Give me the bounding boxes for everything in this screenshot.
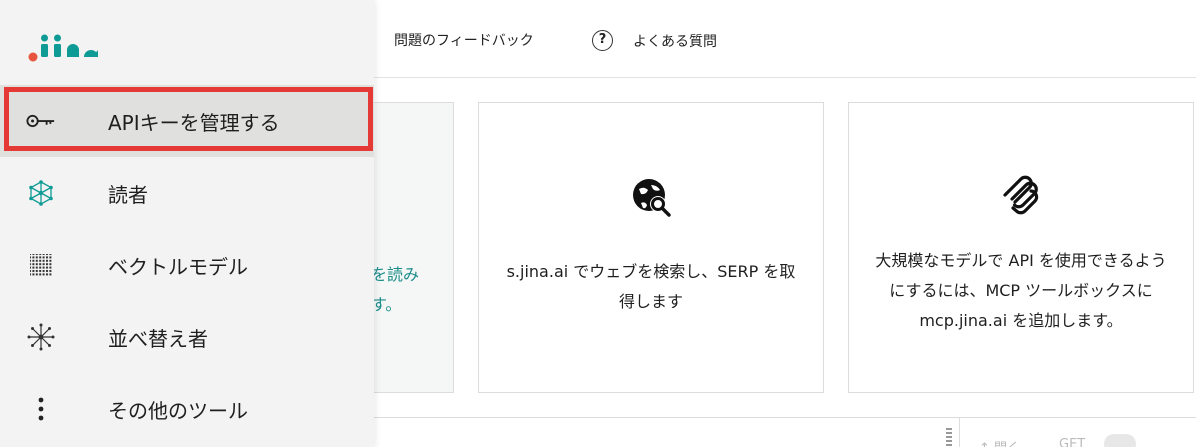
- help-circle-icon: ?: [592, 30, 613, 51]
- card-mcp-description: 大規模なモデルで API を使用できるようにするには、MCP ツールボックスに …: [875, 251, 1167, 330]
- jina-logo: [28, 34, 98, 62]
- nav-item-embeddings[interactable]: ベクトルモデル: [0, 229, 374, 301]
- nav-item-api-keys[interactable]: APIキーを管理する: [0, 85, 374, 157]
- method-label: GET: [1059, 437, 1086, 447]
- feature-card-serp[interactable]: s.jina.ai でウェブを検索し、SERP を取得します: [478, 102, 824, 393]
- bottom-strip: ↑ 開く GET: [374, 417, 1196, 447]
- nav-label-embeddings: ベクトルモデル: [108, 254, 248, 279]
- nav-label-more-tools: その他のツール: [108, 398, 248, 423]
- globe-search-icon: [633, 179, 671, 217]
- faq-label: よくある質問: [633, 33, 717, 50]
- top-bar: 問題のフィードバック ? よくある質問: [374, 0, 1196, 78]
- card-serp-description: s.jina.ai でウェブを検索し、SERP を取得します: [506, 262, 796, 311]
- embeddings-icon: [26, 250, 56, 280]
- nav-item-reranker[interactable]: 並べ替え者: [0, 301, 374, 373]
- resize-handle[interactable]: [946, 428, 952, 447]
- key-icon: [26, 106, 56, 136]
- nav-label-api-keys: APIキーを管理する: [108, 110, 280, 135]
- feedback-label: 問題のフィードバック: [394, 33, 534, 49]
- feature-card-mcp[interactable]: 大規模なモデルで API を使用できるようにするには、MCP ツールボックスに …: [848, 102, 1194, 393]
- navigation-drawer: APIキーを管理する 読者 ベクトルモデル 並べ替え者 その他のツール: [0, 0, 374, 447]
- reranker-icon: [26, 322, 56, 352]
- card-partial-text: を読み す。: [371, 265, 420, 314]
- nav-item-reader[interactable]: 読者: [0, 157, 374, 229]
- nav-label-reader: 読者: [108, 182, 148, 207]
- nav-item-more-tools[interactable]: その他のツール: [0, 373, 374, 445]
- mcp-icon: [1003, 175, 1039, 215]
- feedback-link[interactable]: 問題のフィードバック: [394, 30, 534, 50]
- nav-label-reranker: 並べ替え者: [108, 326, 208, 351]
- divider: [959, 418, 960, 447]
- more-vertical-icon: [26, 394, 56, 424]
- faq-link[interactable]: ? よくある質問: [592, 30, 717, 51]
- open-label[interactable]: ↑ 開く: [979, 437, 1020, 447]
- reader-icon: [26, 178, 56, 208]
- method-toggle[interactable]: [1104, 434, 1136, 447]
